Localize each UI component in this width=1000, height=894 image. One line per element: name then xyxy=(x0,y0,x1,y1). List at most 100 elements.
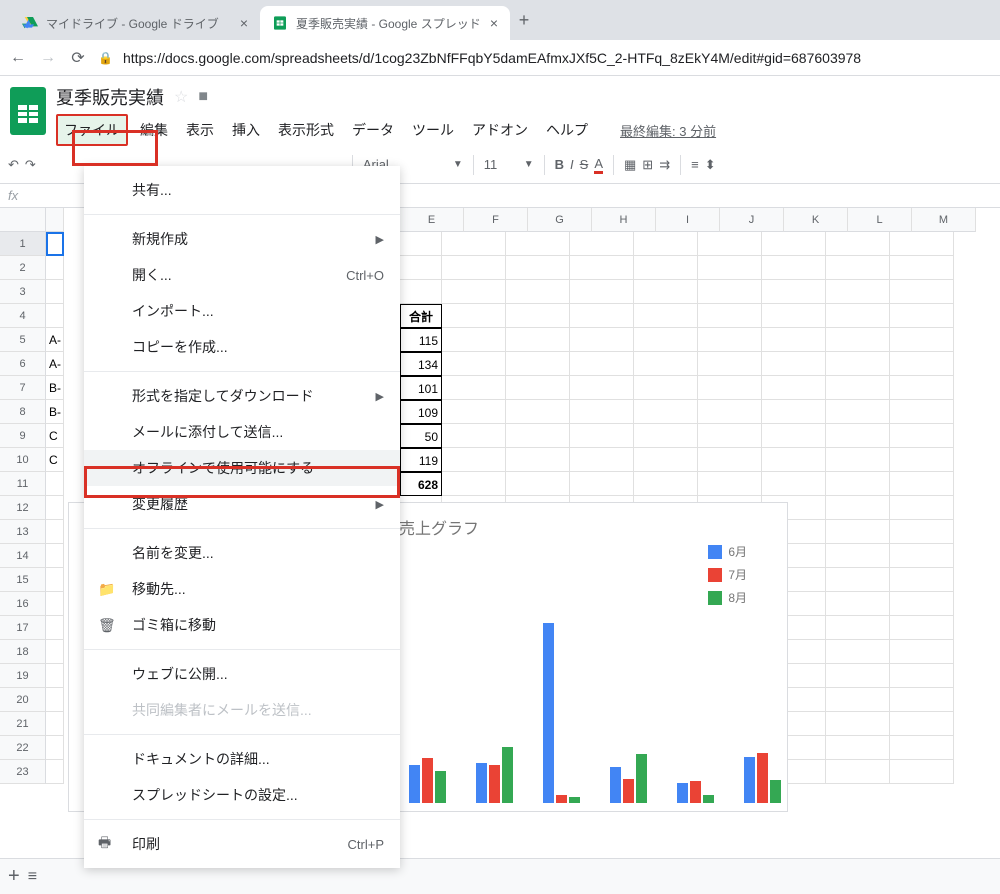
menu-version-history[interactable]: 変更履歴▶ xyxy=(84,486,400,522)
cell[interactable] xyxy=(890,328,954,352)
chevron-down-icon[interactable]: ▼ xyxy=(524,159,534,170)
cell[interactable] xyxy=(506,424,570,448)
cell[interactable] xyxy=(826,496,890,520)
cell[interactable] xyxy=(890,400,954,424)
cell[interactable] xyxy=(890,280,954,304)
cell[interactable] xyxy=(442,376,506,400)
cell[interactable] xyxy=(826,400,890,424)
cell[interactable] xyxy=(890,640,954,664)
cell[interactable] xyxy=(46,616,64,640)
cell[interactable] xyxy=(634,256,698,280)
cell[interactable] xyxy=(442,352,506,376)
cell[interactable] xyxy=(826,520,890,544)
col-header[interactable] xyxy=(46,208,64,232)
cell[interactable] xyxy=(826,736,890,760)
menu-download-as[interactable]: 形式を指定してダウンロード▶ xyxy=(84,378,400,414)
bold-icon[interactable]: B xyxy=(555,157,564,172)
menu-share[interactable]: 共有... xyxy=(84,172,400,208)
col-header[interactable]: M xyxy=(912,208,976,232)
cell[interactable] xyxy=(634,280,698,304)
cell[interactable] xyxy=(762,472,826,496)
row-header[interactable]: 9 xyxy=(0,424,46,448)
new-tab-button[interactable]: + xyxy=(510,10,538,31)
cell[interactable] xyxy=(890,760,954,784)
cell[interactable] xyxy=(46,688,64,712)
cell[interactable] xyxy=(442,232,506,256)
browser-tab-sheets[interactable]: 夏季販売実績 - Google スプレッド × xyxy=(260,6,510,40)
reload-icon[interactable]: ⟳ xyxy=(68,48,88,68)
cell[interactable] xyxy=(46,304,64,328)
menu-make-copy[interactable]: コピーを作成... xyxy=(84,329,400,365)
cell[interactable] xyxy=(762,280,826,304)
cell[interactable]: 134 xyxy=(400,352,442,376)
cell[interactable] xyxy=(890,496,954,520)
cell[interactable]: 101 xyxy=(400,376,442,400)
row-header[interactable]: 15 xyxy=(0,568,46,592)
cell[interactable] xyxy=(890,472,954,496)
cell[interactable] xyxy=(826,616,890,640)
all-sheets-icon[interactable]: ≡ xyxy=(28,868,37,886)
menu-file[interactable]: ファイル xyxy=(56,114,128,146)
row-header[interactable]: 11 xyxy=(0,472,46,496)
cell[interactable] xyxy=(890,544,954,568)
cell[interactable] xyxy=(698,376,762,400)
star-icon[interactable]: ☆ xyxy=(174,87,188,107)
cell[interactable] xyxy=(698,280,762,304)
menu-rename[interactable]: 名前を変更... xyxy=(84,535,400,571)
sheets-logo-icon[interactable] xyxy=(8,84,48,138)
cell[interactable] xyxy=(400,280,442,304)
cell[interactable] xyxy=(442,424,506,448)
cell[interactable] xyxy=(890,736,954,760)
menu-move-to[interactable]: 📁移動先... xyxy=(84,571,400,607)
cell[interactable] xyxy=(570,304,634,328)
cell[interactable] xyxy=(826,304,890,328)
cell[interactable] xyxy=(890,592,954,616)
row-header[interactable]: 12 xyxy=(0,496,46,520)
borders-icon[interactable]: ⊞ xyxy=(642,157,653,173)
cell[interactable] xyxy=(506,232,570,256)
align-icon[interactable]: ≡ xyxy=(691,157,699,172)
cell[interactable] xyxy=(826,232,890,256)
cell[interactable] xyxy=(46,736,64,760)
cell[interactable] xyxy=(46,712,64,736)
cell[interactable] xyxy=(826,592,890,616)
menu-format[interactable]: 表示形式 xyxy=(272,116,340,144)
cell[interactable] xyxy=(570,256,634,280)
cell[interactable] xyxy=(762,376,826,400)
menu-import[interactable]: インポート... xyxy=(84,293,400,329)
cell[interactable] xyxy=(634,232,698,256)
cell[interactable] xyxy=(442,448,506,472)
forward-icon[interactable]: → xyxy=(38,48,58,68)
cell[interactable] xyxy=(826,376,890,400)
cell[interactable] xyxy=(634,424,698,448)
cell[interactable] xyxy=(506,328,570,352)
cell[interactable] xyxy=(826,568,890,592)
cell[interactable] xyxy=(826,256,890,280)
menu-email-attach[interactable]: メールに添付して送信... xyxy=(84,414,400,450)
cell[interactable] xyxy=(826,712,890,736)
cell[interactable] xyxy=(506,400,570,424)
cell[interactable] xyxy=(890,688,954,712)
cell[interactable] xyxy=(698,328,762,352)
cell[interactable]: 109 xyxy=(400,400,442,424)
cell[interactable] xyxy=(634,448,698,472)
cell[interactable]: 50 xyxy=(400,424,442,448)
menu-help[interactable]: ヘルプ xyxy=(540,116,594,144)
cell[interactable] xyxy=(46,256,64,280)
cell[interactable] xyxy=(826,352,890,376)
cell[interactable]: C xyxy=(46,448,64,472)
cell[interactable] xyxy=(570,232,634,256)
undo-icon[interactable]: ↶ xyxy=(8,157,19,173)
cell[interactable] xyxy=(570,352,634,376)
cell[interactable] xyxy=(762,448,826,472)
cell[interactable] xyxy=(442,400,506,424)
row-header[interactable]: 13 xyxy=(0,520,46,544)
row-header[interactable]: 16 xyxy=(0,592,46,616)
cell[interactable] xyxy=(698,352,762,376)
cell[interactable] xyxy=(506,448,570,472)
cell[interactable] xyxy=(634,472,698,496)
menu-doc-details[interactable]: ドキュメントの詳細... xyxy=(84,741,400,777)
cell[interactable] xyxy=(506,304,570,328)
cell[interactable]: 628 xyxy=(400,472,442,496)
menu-offline[interactable]: オフラインで使用可能にする xyxy=(84,450,400,486)
